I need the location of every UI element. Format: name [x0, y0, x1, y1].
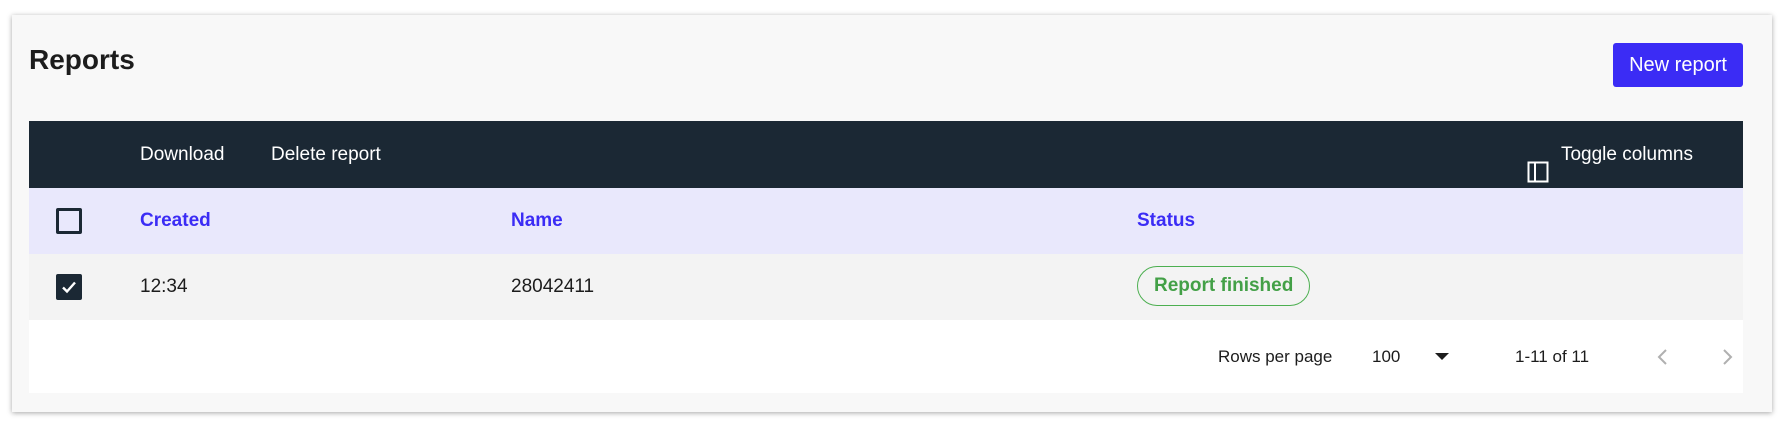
delete-report-button[interactable]: Delete report: [271, 121, 381, 188]
table-header: Created Name Status: [29, 188, 1743, 254]
table-toolbar: Download Delete report Toggle columns: [29, 121, 1743, 188]
check-icon: [62, 281, 76, 294]
pagination-range: 1-11 of 11: [1515, 347, 1590, 366]
next-page-button[interactable]: [1715, 345, 1739, 369]
select-all-checkbox[interactable]: [56, 208, 82, 234]
cell-name: 28042411: [511, 276, 595, 297]
cell-created: 12:34: [140, 276, 188, 297]
new-report-button[interactable]: New report: [1613, 43, 1743, 87]
columns-icon: [1527, 144, 1549, 182]
chevron-right-icon: [1723, 349, 1733, 365]
download-button[interactable]: Download: [140, 121, 225, 188]
status-badge: Report finished: [1137, 266, 1311, 306]
rows-per-page-value: 100: [1372, 347, 1401, 366]
toggle-columns-button[interactable]: Toggle columns: [1527, 121, 1693, 188]
rows-per-page-label: Rows per page: [1218, 347, 1333, 366]
caret-down-icon: [1435, 353, 1449, 360]
row-checkbox[interactable]: [56, 274, 82, 300]
page-title: Reports: [29, 44, 135, 75]
table-row[interactable]: 12:34 28042411 Report finished: [29, 254, 1743, 320]
reports-card: Reports New report Download Delete repor…: [12, 15, 1772, 412]
column-header-status[interactable]: Status: [1137, 188, 1195, 254]
toggle-columns-label: Toggle columns: [1560, 144, 1693, 165]
chevron-left-icon: [1657, 349, 1667, 365]
table-pagination: Rows per page 100 1-11 of 11: [29, 320, 1743, 393]
rows-per-page-select[interactable]: 100: [1372, 320, 1452, 393]
column-header-name[interactable]: Name: [511, 188, 563, 254]
previous-page-button[interactable]: [1651, 345, 1675, 369]
column-header-created[interactable]: Created: [140, 188, 211, 254]
